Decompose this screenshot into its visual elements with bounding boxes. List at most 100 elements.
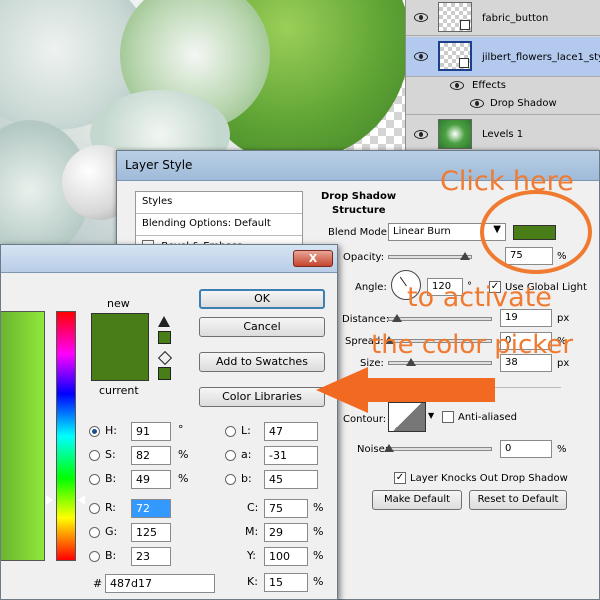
layer-thumbnail — [438, 119, 472, 149]
section-title: Drop Shadow — [321, 191, 397, 202]
ok-button[interactable]: OK — [199, 289, 325, 309]
lightness-input[interactable]: 47 — [264, 422, 318, 441]
noise-slider[interactable] — [388, 447, 492, 451]
quality-divider — [315, 387, 561, 388]
saturation-input[interactable]: 82 — [131, 446, 171, 465]
distance-unit: px — [557, 313, 570, 324]
layer-row-jilbert-flowers[interactable]: jilbert_flowers_lace1_styled — [406, 37, 600, 77]
gamut-color-swatch[interactable] — [158, 331, 171, 344]
hex-input[interactable]: 487d17 — [105, 574, 215, 593]
size-slider[interactable] — [388, 361, 492, 365]
color-libraries-button[interactable]: Color Libraries — [199, 387, 325, 407]
blending-options-item[interactable]: Blending Options: Default — [136, 214, 302, 236]
angle-label: Angle: — [355, 282, 387, 293]
red-label: R: — [105, 501, 117, 514]
green-input[interactable]: 125 — [131, 523, 171, 542]
green-label: G: — [105, 525, 118, 538]
visibility-eye-icon[interactable] — [470, 99, 484, 108]
layer-name: jilbert_flowers_lace1_styled — [482, 52, 600, 63]
close-button[interactable]: X — [293, 250, 333, 267]
hue-slider[interactable] — [56, 311, 76, 561]
green-radio[interactable] — [89, 527, 100, 538]
knocks-out-checkbox[interactable]: ✓ — [394, 472, 406, 484]
layer-row-levels-1[interactable]: Levels 1 — [406, 116, 600, 152]
opacity-slider-thumb[interactable] — [460, 252, 470, 260]
hue-radio[interactable] — [89, 426, 100, 437]
saturation-radio[interactable] — [89, 450, 100, 461]
layer-name: fabric_button — [482, 13, 549, 24]
out-of-gamut-warning-icon[interactable] — [158, 316, 170, 327]
layer-drop-shadow-row[interactable]: Drop Shadow — [406, 95, 600, 115]
hue-label: H: — [105, 424, 117, 437]
hue-input[interactable]: 91 — [131, 422, 171, 441]
drop-shadow-effect-label: Drop Shadow — [490, 98, 557, 109]
color-picker-dialog: X new current OK Cancel Add to Swatches … — [0, 244, 338, 600]
visibility-eye-icon[interactable] — [414, 13, 428, 22]
annotation-text-line1: Click here — [440, 166, 574, 197]
distance-slider-thumb[interactable] — [392, 314, 402, 322]
brightness-radio[interactable] — [89, 474, 100, 485]
noise-slider-thumb[interactable] — [384, 444, 394, 452]
chevron-down-icon[interactable]: ▼ — [428, 411, 434, 420]
dialog-title: Layer Style — [125, 158, 193, 172]
lightness-radio[interactable] — [225, 426, 236, 437]
hue-slider-left-arrow-icon[interactable] — [46, 495, 53, 505]
red-value: 72 — [136, 502, 150, 515]
magenta-input[interactable]: 29 — [264, 523, 308, 542]
contour-preview[interactable] — [388, 402, 426, 432]
brightness-input[interactable]: 49 — [131, 470, 171, 489]
noise-input[interactable]: 0 — [500, 440, 552, 458]
distance-slider[interactable] — [388, 317, 492, 321]
visibility-eye-icon[interactable] — [414, 52, 428, 61]
lightness-label: L: — [241, 424, 251, 437]
annotation-text-line2: to activate — [407, 282, 552, 313]
blue-input[interactable]: 23 — [131, 547, 171, 566]
yellow-input[interactable]: 100 — [264, 547, 308, 566]
blue-radio[interactable] — [89, 551, 100, 562]
cancel-button[interactable]: Cancel — [199, 317, 325, 337]
brightness-label: B: — [105, 472, 117, 485]
blend-mode-select[interactable]: Linear Burn ▼ — [388, 223, 506, 241]
yellow-label: Y: — [247, 549, 256, 562]
chevron-down-icon: ▼ — [493, 224, 501, 235]
anti-aliased-checkbox[interactable] — [442, 411, 454, 423]
a-channel-radio[interactable] — [225, 450, 236, 461]
color-picker-titlebar[interactable]: X — [1, 245, 337, 273]
visibility-eye-icon[interactable] — [414, 130, 428, 139]
black-input[interactable]: 15 — [264, 573, 308, 592]
web-safe-color-swatch[interactable] — [158, 367, 171, 380]
shadow-color-swatch[interactable] — [513, 225, 556, 240]
distance-label: Distance: — [342, 314, 390, 325]
drop-shadow-panel: Drop Shadow Structure Blend Mode: Linear… — [295, 189, 600, 600]
b-channel-radio[interactable] — [225, 474, 236, 485]
a-channel-input[interactable]: -31 — [264, 446, 318, 465]
opacity-input[interactable]: 75 — [505, 247, 553, 265]
add-to-swatches-button[interactable]: Add to Swatches — [199, 352, 325, 372]
current-color-swatch[interactable] — [92, 348, 148, 380]
contour-label: Contour: — [343, 414, 387, 425]
red-input[interactable]: 72 — [131, 499, 171, 518]
red-radio[interactable] — [89, 503, 100, 514]
noise-unit: % — [557, 444, 567, 455]
annotation-text-line3: the color picker — [371, 330, 574, 360]
effects-label: Effects — [472, 80, 506, 91]
blue-label: B: — [105, 549, 117, 562]
web-safe-cube-icon[interactable] — [157, 350, 173, 366]
visibility-eye-icon[interactable] — [450, 81, 464, 90]
color-field[interactable] — [1, 311, 45, 561]
blend-mode-value: Linear Burn — [393, 226, 451, 237]
reset-to-default-button[interactable]: Reset to Default — [469, 490, 567, 510]
b-channel-input[interactable]: 45 — [264, 470, 318, 489]
styles-item[interactable]: Styles — [136, 192, 302, 214]
saturation-unit: % — [178, 448, 189, 461]
hue-slider-right-arrow-icon[interactable] — [78, 495, 85, 505]
layer-effects-row[interactable]: Effects — [406, 78, 600, 95]
knocks-out-label: Layer Knocks Out Drop Shadow — [410, 473, 568, 484]
a-channel-label: a: — [241, 448, 252, 461]
black-label: K: — [247, 575, 258, 588]
cyan-input[interactable]: 75 — [264, 499, 308, 518]
layers-panel: fabric_button jilbert_flowers_lace1_styl… — [405, 0, 600, 152]
layer-row-fabric-button[interactable]: fabric_button — [406, 0, 600, 36]
make-default-button[interactable]: Make Default — [372, 490, 462, 510]
hue-unit: ° — [178, 423, 184, 436]
